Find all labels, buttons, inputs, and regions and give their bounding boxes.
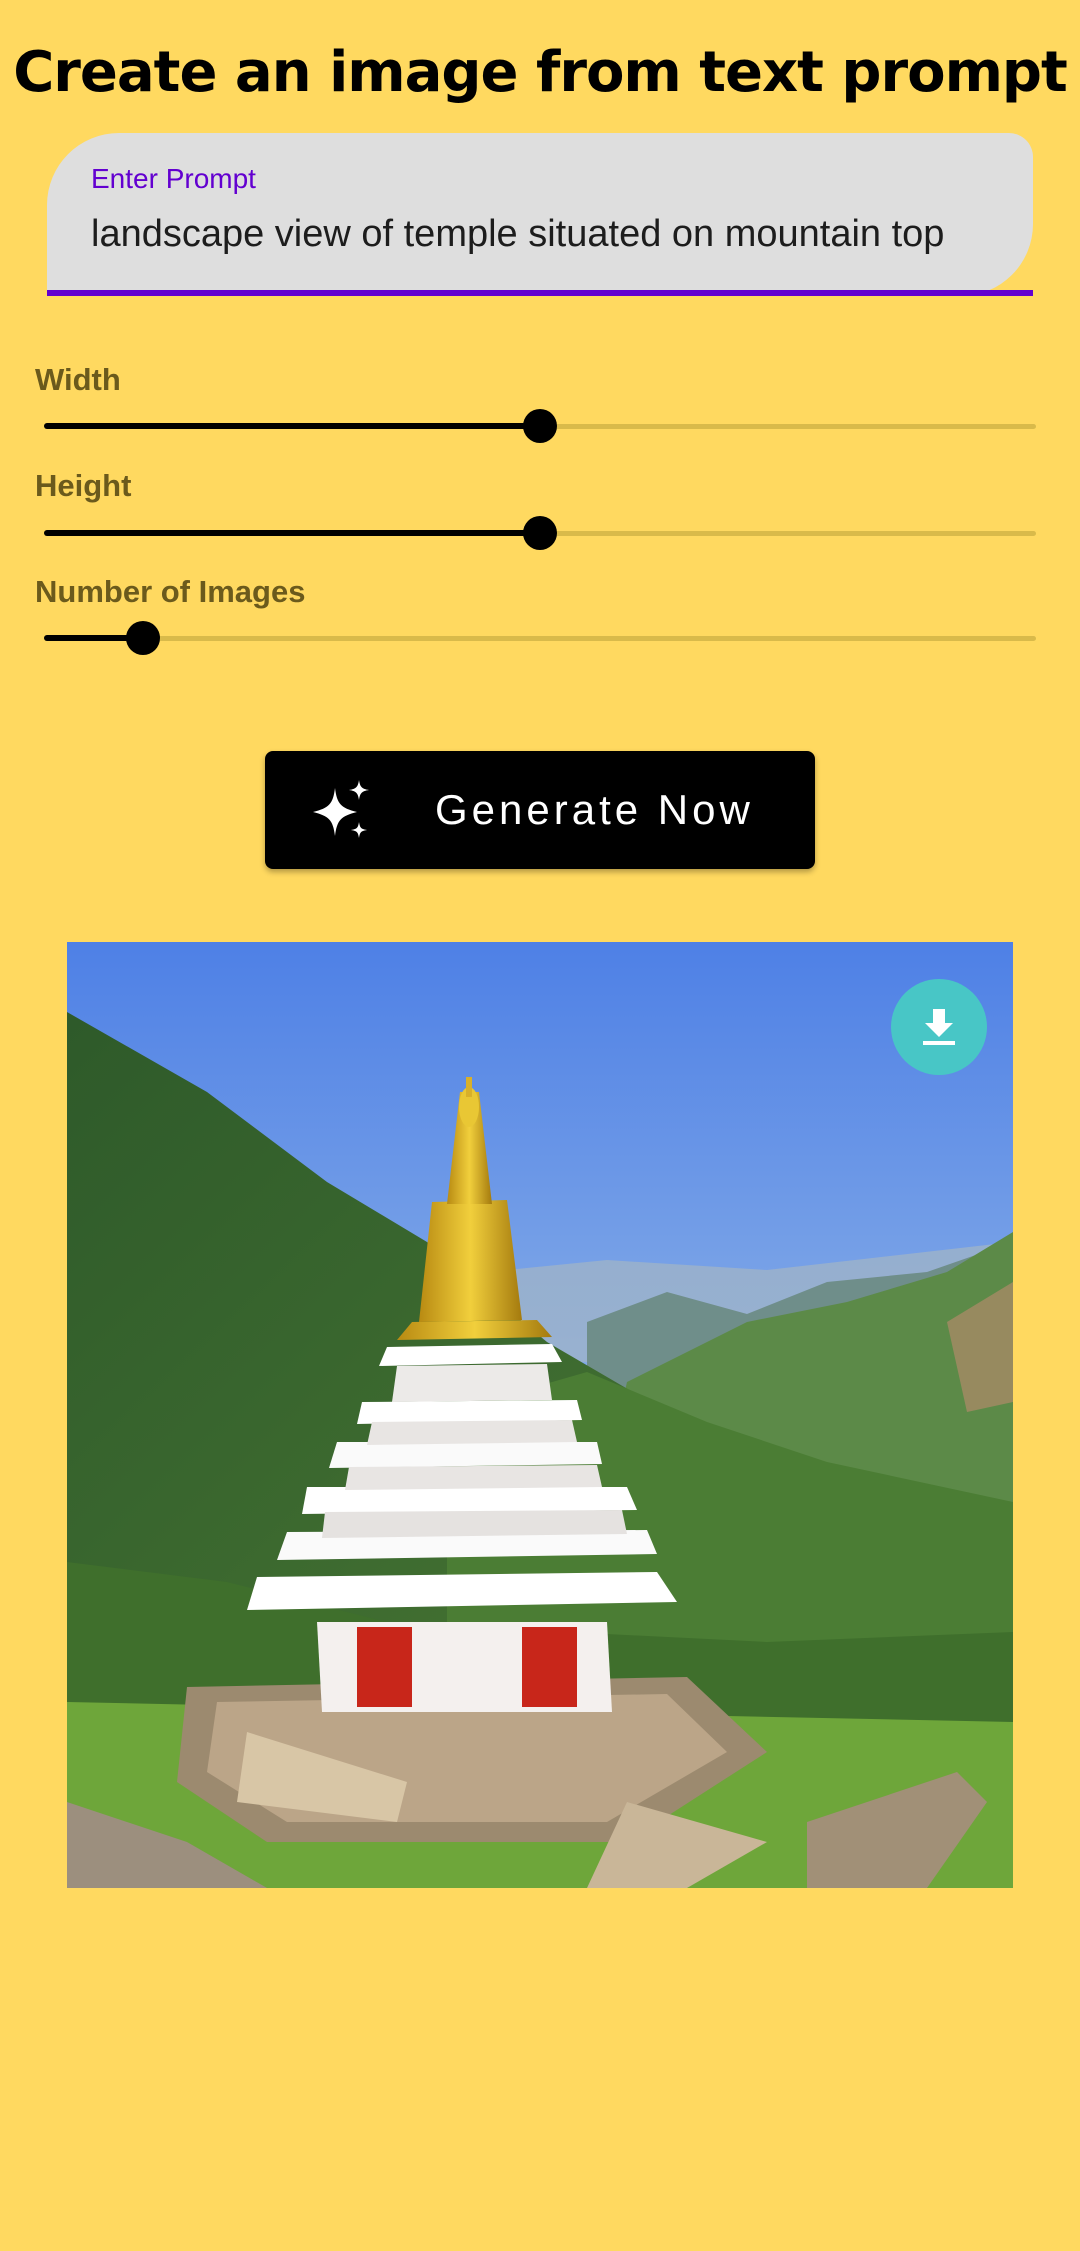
download-icon bbox=[923, 1009, 955, 1045]
number-of-images-slider-label: Number of Images bbox=[35, 574, 306, 609]
generated-image[interactable] bbox=[67, 942, 1013, 1888]
generate-now-label: Generate Now bbox=[435, 786, 754, 833]
height-slider-thumb[interactable] bbox=[523, 516, 557, 550]
download-button[interactable] bbox=[891, 979, 987, 1075]
number-of-images-slider-track bbox=[44, 636, 1036, 641]
generate-now-button[interactable]: Generate Now bbox=[265, 751, 815, 869]
height-slider-fill bbox=[44, 530, 540, 536]
height-slider-label: Height bbox=[35, 468, 132, 503]
width-slider-thumb[interactable] bbox=[523, 409, 557, 443]
number-of-images-slider[interactable] bbox=[44, 621, 1036, 655]
prompt-input-field[interactable]: Enter Prompt landscape view of temple si… bbox=[47, 133, 1033, 296]
page-title: Create an image from text prompt bbox=[13, 40, 1068, 105]
width-slider-label: Width bbox=[35, 362, 121, 397]
height-slider[interactable] bbox=[44, 516, 1036, 550]
width-slider[interactable] bbox=[44, 409, 1036, 443]
prompt-input-underline bbox=[47, 290, 1033, 296]
sparkle-icon bbox=[313, 780, 369, 838]
prompt-input-value[interactable]: landscape view of temple situated on mou… bbox=[91, 213, 944, 256]
prompt-input-label: Enter Prompt bbox=[91, 163, 256, 194]
number-of-images-slider-thumb[interactable] bbox=[126, 621, 161, 655]
width-slider-fill bbox=[44, 423, 540, 429]
pagoda-temple-on-mountain-image bbox=[67, 942, 1013, 1888]
